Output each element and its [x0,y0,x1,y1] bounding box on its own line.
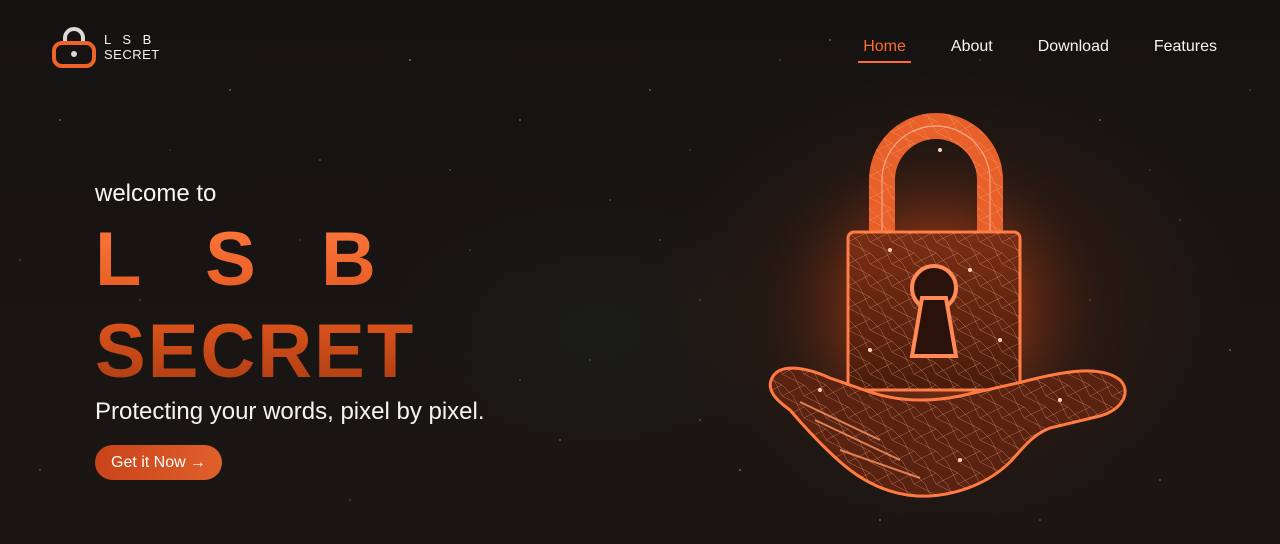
logo-line-lsb: L S B [104,32,156,47]
hero-title-line1: L S B [95,217,398,302]
get-it-now-button[interactable]: Get it Now → [95,445,222,480]
hero-welcome-text: welcome to [95,180,217,207]
hero-tagline: Protecting your words, pixel by pixel. [95,398,485,425]
nav-download-link[interactable]: Download [1033,36,1114,63]
hero-title-line2: SECRET [95,309,416,394]
landing-page: L S B SECRET Home About Download Feature… [0,0,1280,544]
nav-about-link[interactable]: About [946,36,998,63]
logo-line-secret: SECRET [104,47,160,62]
main-nav: Home About Download Features [858,36,1222,63]
get-it-now-label: Get it Now [111,453,186,471]
hero-title: L S B SECRET [95,214,415,398]
nav-features-link[interactable]: Features [1149,36,1222,63]
padlock-on-hand-icon [760,113,1127,498]
brand-logo[interactable]: L S B SECRET [52,26,160,68]
logo-text: L S B SECRET [104,32,160,62]
padlock-icon [52,27,96,68]
nav-home-link[interactable]: Home [858,36,911,63]
arrow-right-icon: → [189,453,206,471]
